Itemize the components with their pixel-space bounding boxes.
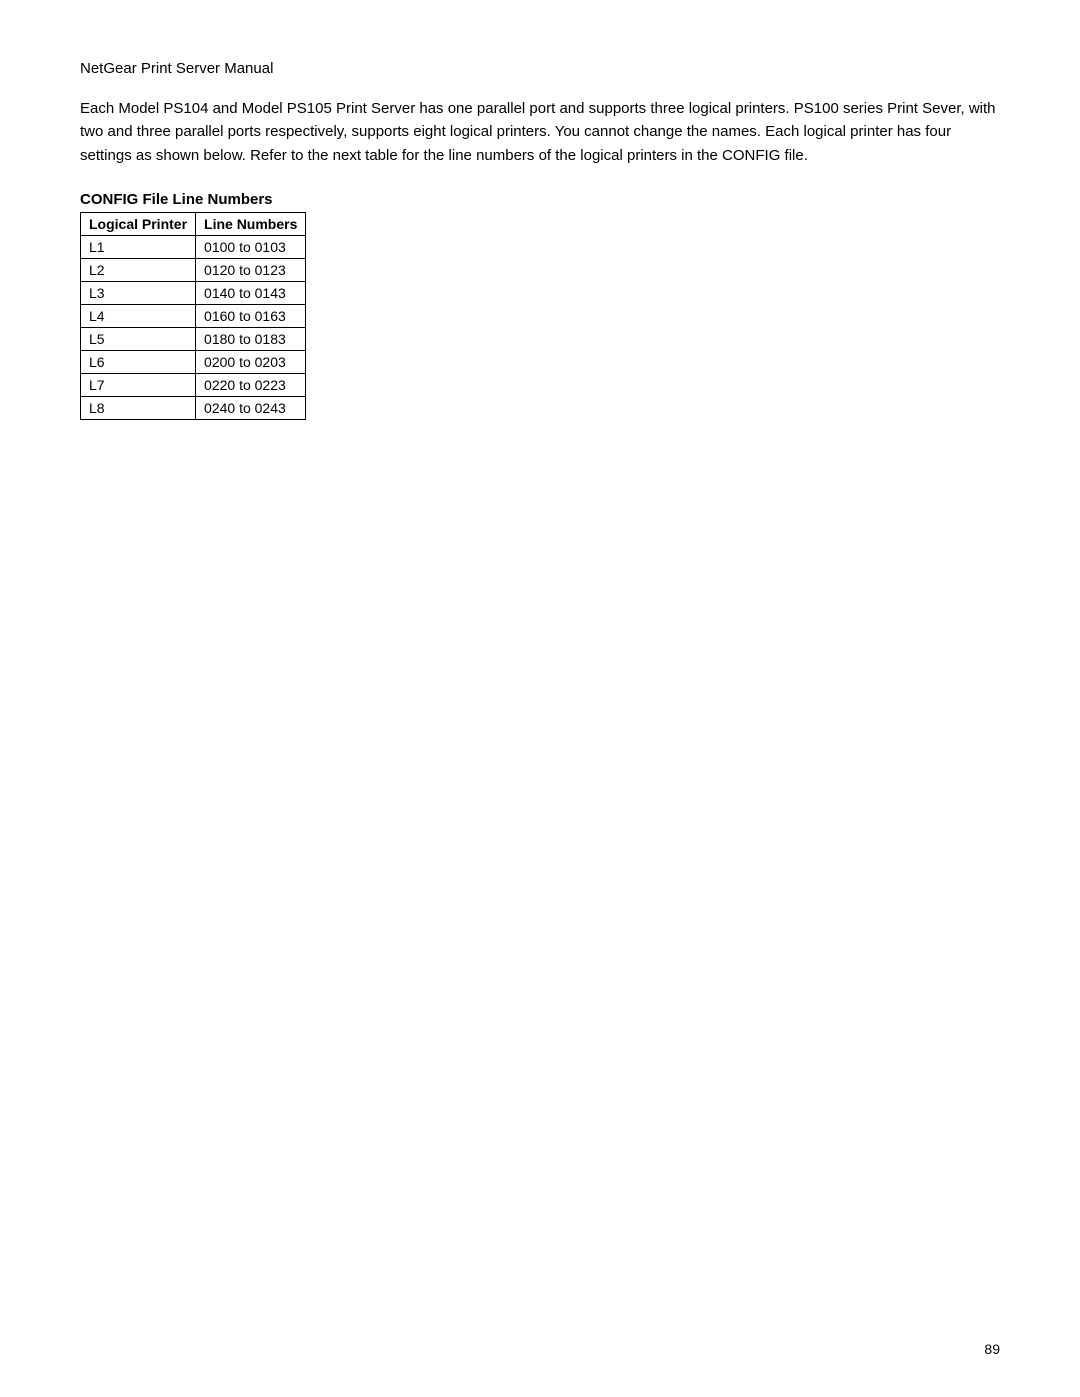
table-row: L10100 to 0103 [81, 235, 306, 258]
table-row: L60200 to 0203 [81, 350, 306, 373]
cell-printer-7: L7 [81, 373, 196, 396]
cell-printer-1: L1 [81, 235, 196, 258]
cell-lines-2: 0120 to 0123 [196, 258, 306, 281]
table-row: L70220 to 0223 [81, 373, 306, 396]
cell-lines-4: 0160 to 0163 [196, 304, 306, 327]
table-row: L20120 to 0123 [81, 258, 306, 281]
table-row: L30140 to 0143 [81, 281, 306, 304]
cell-lines-8: 0240 to 0243 [196, 396, 306, 419]
cell-lines-5: 0180 to 0183 [196, 327, 306, 350]
page: NetGear Print Server Manual Each Model P… [0, 0, 1080, 1397]
cell-lines-3: 0140 to 0143 [196, 281, 306, 304]
cell-printer-3: L3 [81, 281, 196, 304]
cell-printer-6: L6 [81, 350, 196, 373]
col-header-logical-printer: Logical Printer [81, 212, 196, 235]
cell-lines-6: 0200 to 0203 [196, 350, 306, 373]
table-row: L40160 to 0163 [81, 304, 306, 327]
table-header-row: Logical Printer Line Numbers [81, 212, 306, 235]
col-header-line-numbers: Line Numbers [196, 212, 306, 235]
cell-printer-8: L8 [81, 396, 196, 419]
page-title: NetGear Print Server Manual [80, 60, 1000, 77]
cell-lines-1: 0100 to 0103 [196, 235, 306, 258]
page-number: 89 [984, 1341, 1000, 1357]
cell-printer-5: L5 [81, 327, 196, 350]
section-heading: CONFIG File Line Numbers [80, 191, 1000, 208]
table-row: L80240 to 0243 [81, 396, 306, 419]
config-table: Logical Printer Line Numbers L10100 to 0… [80, 212, 306, 420]
cell-lines-7: 0220 to 0223 [196, 373, 306, 396]
body-paragraph: Each Model PS104 and Model PS105 Print S… [80, 97, 1000, 167]
cell-printer-2: L2 [81, 258, 196, 281]
cell-printer-4: L4 [81, 304, 196, 327]
table-row: L50180 to 0183 [81, 327, 306, 350]
